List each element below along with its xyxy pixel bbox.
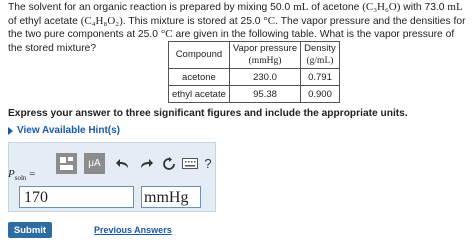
keyboard-button[interactable] — [179, 153, 200, 174]
reset-button[interactable] — [158, 153, 179, 174]
header-compound: Compound — [168, 41, 230, 69]
expand-triangle-icon — [8, 126, 13, 135]
view-hints-link[interactable]: View Available Hint(s) — [8, 125, 120, 136]
previous-answers-link[interactable]: Previous Answers — [94, 225, 172, 235]
redo-icon — [140, 158, 153, 168]
redo-button[interactable] — [135, 153, 156, 174]
header-vapor-pressure: Vapor pressure (mmHg) — [228, 41, 302, 69]
properties-table: Compound Vapor pressure (mmHg) Density (g/… — [168, 41, 340, 103]
templates-icon — [60, 157, 73, 170]
table-row: acetone 230.0 0.791 — [168, 68, 340, 86]
answer-value-input[interactable]: 170 — [19, 186, 134, 208]
reset-icon — [162, 156, 175, 170]
answer-unit-input[interactable]: mmHg — [141, 186, 201, 208]
submit-button[interactable]: Submit — [8, 222, 52, 238]
units-button[interactable]: μA — [84, 153, 105, 174]
table-row: ethyl acetate 95.38 0.900 — [168, 85, 340, 103]
header-density: Density (g/mL) — [300, 41, 340, 69]
undo-icon — [115, 158, 128, 168]
instructions: Express your answer to three significant… — [8, 108, 408, 119]
answer-label: Psoln = — [8, 168, 36, 183]
help-button[interactable]: ? — [201, 153, 215, 174]
templates-button[interactable] — [56, 153, 77, 174]
keyboard-icon — [181, 158, 198, 169]
undo-button[interactable] — [112, 153, 133, 174]
